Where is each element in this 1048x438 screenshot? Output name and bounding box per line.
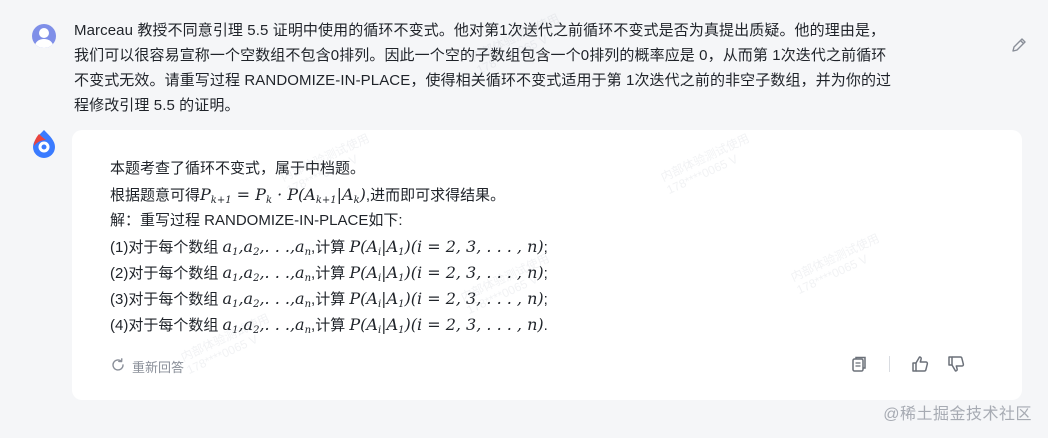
formula-probability: P(Ai|A1)(i = 2, 3, . . . , n) — [349, 315, 544, 336]
formula-array: a1,a2,. . .,an — [222, 263, 312, 284]
answer-line: 解：重写过程 RANDOMIZE-IN-PLACE如下: — [110, 212, 403, 229]
formula-probability: P(Ai|A1)(i = 2, 3, . . . , n) — [349, 237, 544, 258]
regenerate-button[interactable]: 重新回答 — [110, 356, 184, 376]
pencil-icon[interactable] — [1008, 34, 1030, 56]
divider — [889, 356, 890, 372]
answer-text-span: 根据题意可得 — [110, 187, 201, 204]
thumbs-up-icon[interactable] — [908, 352, 932, 376]
footer-watermark: @稀土掘金技术社区 — [883, 406, 1032, 423]
answer-text: 本题考查了循环不变式，属于中档题。 根据题意可得Pk+1 = Pk · P(Ak… — [110, 156, 990, 338]
answer-step: (3)对于每个数组 a1,a2,. . .,an,计算 P(Ai|A1)(i =… — [110, 286, 990, 312]
answer-step: (2)对于每个数组 a1,a2,. . .,an,计算 P(Ai|A1)(i =… — [110, 260, 990, 286]
answer-step: (1)对于每个数组 a1,a2,. . .,an,计算 P(Ai|A1)(i =… — [110, 234, 990, 260]
refresh-icon — [110, 357, 126, 376]
answer-actions — [847, 352, 968, 376]
step-label: ,计算 — [311, 239, 350, 256]
user-avatar — [32, 24, 56, 48]
step-label: (4)对于每个数组 — [110, 317, 223, 334]
formula-array: a1,a2,. . .,an — [222, 315, 312, 336]
question-text: Marceau 教授不同意引理 5.5 证明中使用的循环不变式。他对第1次送代之… — [74, 18, 994, 118]
formula-array: a1,a2,. . .,an — [222, 237, 312, 258]
formula-probability: P(Ai|A1)(i = 2, 3, . . . , n) — [349, 289, 544, 310]
formula-recurrence: Pk+1 = Pk · P(Ak+1|Ak) — [200, 185, 366, 206]
step-label: (1)对于每个数组 — [110, 239, 223, 256]
answer-card: 本题考查了循环不变式，属于中档题。 根据题意可得Pk+1 = Pk · P(Ak… — [72, 130, 1022, 400]
step-label: ,计算 — [311, 317, 350, 334]
step-end: ; — [543, 265, 548, 282]
formula-probability: P(Ai|A1)(i = 2, 3, . . . , n) — [349, 263, 544, 284]
question-line: 我们可以很容易宣称一个空数组不包含0排列。因此一个空的子数组包含一个0排列的概率… — [74, 47, 887, 64]
thumbs-down-icon[interactable] — [944, 352, 968, 376]
answer-line: 根据题意可得Pk+1 = Pk · P(Ak+1|Ak),进而即可求得结果。 — [110, 182, 990, 208]
formula-array: a1,a2,. . .,an — [222, 289, 312, 310]
step-end: . — [543, 317, 548, 334]
question-line: 不变式无效。请重写过程 RANDOMIZE-IN-PLACE，使得相关循环不变式… — [74, 72, 892, 89]
step-end: ; — [543, 239, 548, 256]
question-line: 程修改引理 5.5 的证明。 — [74, 97, 240, 114]
answer-step: (4)对于每个数组 a1,a2,. . .,an,计算 P(Ai|A1)(i =… — [110, 312, 990, 338]
step-label: (3)对于每个数组 — [110, 291, 223, 308]
copy-icon[interactable] — [847, 352, 871, 376]
step-label: ,计算 — [311, 265, 350, 282]
step-label: ,计算 — [311, 291, 350, 308]
assistant-logo-icon — [30, 128, 58, 158]
regenerate-label: 重新回答 — [132, 359, 185, 375]
answer-text-span: ,进而即可求得结果。 — [365, 187, 506, 204]
question-line: Marceau 教授不同意引理 5.5 证明中使用的循环不变式。他对第1次送代之… — [74, 22, 886, 39]
step-end: ; — [543, 291, 548, 308]
answer-line: 本题考查了循环不变式，属于中档题。 — [110, 160, 366, 177]
user-message: Marceau 教授不同意引理 5.5 证明中使用的循环不变式。他对第1次送代之… — [30, 18, 1030, 128]
step-label: (2)对于每个数组 — [110, 265, 223, 282]
